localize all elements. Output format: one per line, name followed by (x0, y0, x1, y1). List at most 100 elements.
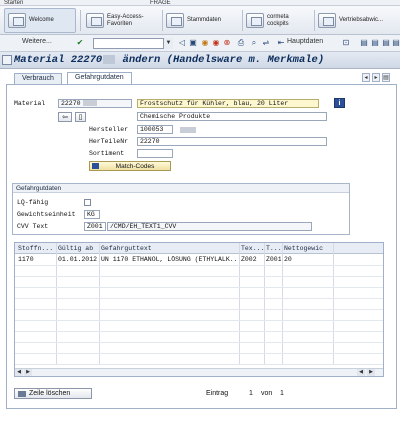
tab-prev-icon[interactable]: ◂ (362, 73, 370, 82)
find-icon[interactable]: ⌕ (249, 38, 259, 48)
horizontal-scrollbar[interactable]: ◀ ▶ ◀ ▶ (15, 368, 383, 376)
lock-icon[interactable]: ⊡ (341, 38, 351, 48)
fav-label: Easy-Access- Favoriten (107, 13, 144, 27)
cell-stoffnr[interactable]: 1170 (18, 256, 55, 263)
row-divider (15, 353, 383, 354)
entry-current: 1 (249, 390, 253, 397)
gewicht-field[interactable]: KG (84, 210, 100, 219)
lq-label: LQ-fähig (17, 199, 49, 206)
doc-icon[interactable]: ▤ (370, 38, 380, 48)
redaction-block (180, 127, 196, 133)
column-divider (264, 243, 265, 365)
col-header[interactable]: T... (266, 245, 281, 252)
col-header[interactable]: Stoffn... (18, 245, 56, 252)
title-bar: Material 22270 ändern (Handelsware m. Me… (0, 52, 400, 69)
back-arrow-icon[interactable]: ◁ (177, 38, 187, 48)
title-prefix: Material 22270 (14, 54, 103, 66)
cell-nettogewicht[interactable]: 20 (284, 256, 332, 263)
application-toolbar: Weitere... ✔ ▼ ◁ ▣ ◉ ◉ ⊗ ⎙ ⌕ ⇌ ⇤ Hauptda… (0, 35, 400, 52)
col-header[interactable]: Nettogewic (284, 245, 332, 252)
material-label: Material (14, 100, 46, 107)
of-label: von (261, 390, 273, 397)
scroll-right-icon[interactable]: ▶ (24, 369, 32, 376)
column-divider (99, 243, 100, 365)
fav-welcome[interactable]: Welcome (4, 8, 76, 33)
print-icon[interactable]: ⎙ (236, 38, 246, 48)
exit-icon[interactable]: ◉ (211, 38, 221, 48)
herteilenr-label: HerTeileNr (89, 138, 129, 145)
hauptdaten-button[interactable]: Hauptdaten (287, 38, 323, 45)
herteilenr-field[interactable]: 22270 (137, 137, 327, 146)
fav-stammdaten[interactable]: Stammdaten (166, 8, 238, 33)
doc-icon[interactable]: ▤ (391, 38, 400, 48)
tab-strip: Verbrauch Gefahrgutdaten ◂ ▸ ▤ (0, 72, 400, 84)
title-suffix: ändern (Handelsware m. Merkmale) (122, 54, 325, 66)
row-divider (15, 276, 383, 277)
cancel-icon[interactable]: ⊗ (222, 38, 232, 48)
doc-icon[interactable]: ▤ (381, 38, 391, 48)
folder-icon (86, 13, 104, 28)
hersteller-label: Hersteller (89, 126, 129, 133)
col-header[interactable]: Gefahrguttext (101, 245, 239, 252)
home-icon (8, 13, 26, 28)
fav-cormeta[interactable]: cormeta cockpits (246, 8, 310, 33)
fav-label: Welcome (29, 17, 54, 23)
transaction-icon (2, 55, 12, 65)
scroll-right-icon[interactable]: ▶ (367, 369, 375, 376)
col-header[interactable]: Tex... (241, 245, 263, 252)
folder-icon (318, 13, 336, 28)
fav-easy-access[interactable]: Easy-Access- Favoriten (86, 8, 158, 33)
tab-verbrauch[interactable]: Verbrauch (14, 73, 62, 84)
tab-next-icon[interactable]: ▸ (372, 73, 380, 82)
tab-list-icon[interactable]: ▤ (382, 73, 390, 82)
assign-icon[interactable]: ⇦ (58, 112, 72, 122)
row-divider (15, 331, 383, 332)
entry-label: Eintrag (206, 390, 229, 397)
info-icon[interactable]: i (334, 98, 345, 108)
match-codes-button[interactable]: Match-Codes (89, 161, 171, 171)
back-icon[interactable]: ◉ (200, 38, 210, 48)
nav-icon[interactable]: ⇌ (261, 38, 271, 48)
fav-vertrieb[interactable]: Vertriebsabwic... (318, 8, 398, 33)
fav-label: Stammdaten (187, 17, 222, 23)
row-divider (15, 265, 383, 266)
cvv-code-field[interactable]: Z001 (84, 222, 106, 231)
hersteller-field[interactable]: 100053 (137, 125, 173, 134)
match-codes-label: Match-Codes (115, 163, 155, 170)
cell-gueltig-ab[interactable]: 01.01.2012 (58, 256, 98, 263)
document-icon[interactable]: ▯ (75, 112, 86, 122)
delete-row-label: Zeile löschen (29, 390, 71, 397)
check-icon[interactable]: ✔ (75, 38, 85, 48)
column-divider (282, 243, 283, 365)
scroll-left-icon[interactable]: ◀ (15, 369, 23, 376)
lq-checkbox[interactable] (84, 199, 91, 206)
sortiment-field[interactable] (137, 149, 173, 158)
gefahrgut-table: Stoffn... Gültig ab Gefahrguttext Tex...… (14, 242, 384, 377)
row-divider (15, 309, 383, 310)
group-title: Gefahrgutdaten (13, 184, 349, 193)
column-divider (333, 243, 334, 365)
material-value: 22270 (61, 100, 81, 107)
material-description[interactable]: Frostschutz für Kühler, blau, 20 Liter (137, 99, 319, 108)
cvv-label: CVV Text (17, 223, 49, 230)
save-icon[interactable]: ▣ (188, 38, 198, 48)
scroll-left-icon[interactable]: ◀ (357, 369, 365, 376)
folder-icon (246, 13, 264, 28)
command-field[interactable] (93, 38, 173, 49)
cell-text[interactable]: Z002 (241, 256, 263, 263)
tab-gefahrgutdaten[interactable]: Gefahrgutdaten (67, 72, 132, 84)
weitere-menu[interactable]: Weitere... (22, 38, 52, 45)
fav-label: Vertriebsabwic... (339, 17, 384, 23)
cell-t[interactable]: Z001 (266, 256, 281, 263)
delete-row-button[interactable]: Zeile löschen (14, 388, 92, 399)
match-codes-icon (92, 163, 99, 169)
col-header[interactable]: Gültig ab (58, 245, 99, 252)
category-field[interactable]: Chemische Produkte (137, 112, 327, 121)
doc-icon[interactable]: ▤ (359, 38, 369, 48)
material-field: 22270 (58, 99, 132, 108)
cell-gefahrguttext[interactable]: UN 1170 ETHANOL, LÖSUNG (ETHYLALK... (101, 256, 238, 263)
chevron-down-icon[interactable]: ▼ (163, 38, 173, 49)
sortiment-label: Sortiment (89, 150, 125, 157)
hauptdaten-icon[interactable]: ⇤ (276, 38, 286, 48)
entry-total: 1 (280, 390, 284, 397)
